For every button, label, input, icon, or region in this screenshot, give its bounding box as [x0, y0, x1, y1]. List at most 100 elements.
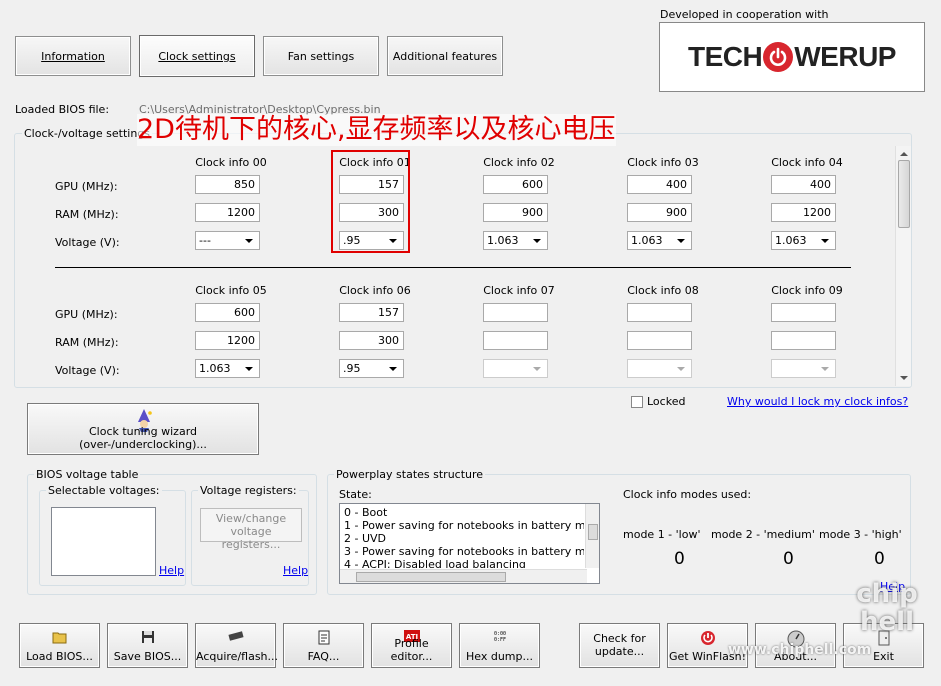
chevron-down-icon	[245, 239, 253, 243]
clock-info-03-gpu[interactable]: 400	[627, 175, 692, 194]
clock-info-06-voltage[interactable]: .95	[339, 359, 404, 378]
divider	[55, 267, 851, 268]
check-update-button[interactable]: Check for update...	[579, 623, 660, 668]
chip-icon	[227, 630, 245, 645]
clock-info-04-voltage[interactable]: 1.063	[771, 231, 836, 250]
clock-info-09-head: Clock info 09	[771, 284, 843, 297]
clock-info-05-voltage[interactable]: 1.063	[195, 359, 260, 378]
folder-icon	[52, 630, 68, 647]
powerplay-label: Powerplay states structure	[334, 468, 486, 481]
chevron-down-icon	[821, 367, 829, 371]
highlight-box	[331, 150, 410, 253]
annotation-text: 2D待机下的核心,显存频率以及核心电压	[137, 114, 616, 146]
load-bios-button[interactable]: Load BIOS...	[19, 623, 100, 668]
clock-info-07-gpu[interactable]	[483, 303, 548, 322]
clock-info-00-voltage[interactable]: ---	[195, 231, 260, 250]
clock-info-03-voltage[interactable]: 1.063	[627, 231, 692, 250]
states-hscroll[interactable]	[340, 569, 587, 583]
clock-info-07-voltage[interactable]	[483, 359, 548, 378]
clock-info-00-gpu[interactable]: 850	[195, 175, 260, 194]
faq-button[interactable]: FAQ...	[283, 623, 364, 668]
clock-info-modes-label: Clock info modes used:	[623, 488, 752, 501]
view-change-registers-button[interactable]: View/change voltage registers...	[200, 508, 302, 551]
mode-3-label: mode 3 - 'high'	[819, 528, 902, 541]
ram-label-top: RAM (MHz):	[55, 208, 119, 221]
scroll-down-icon[interactable]	[900, 376, 908, 380]
power-icon	[700, 630, 716, 649]
hex-dump-button[interactable]: 0:00 0:FF Hex dump...	[459, 623, 540, 668]
document-icon	[318, 630, 330, 648]
clock-voltage-group-label: Clock-/voltage settings	[22, 127, 153, 140]
clock-info-03-ram[interactable]: 900	[627, 203, 692, 222]
locked-label: Locked	[647, 395, 686, 408]
clock-info-07-ram[interactable]	[483, 331, 548, 350]
chevron-down-icon	[533, 239, 541, 243]
logo-part1: TECH	[688, 41, 763, 72]
voltage-label-bottom: Voltage (V):	[55, 364, 120, 377]
clock-info-05-gpu[interactable]: 600	[195, 303, 260, 322]
save-bios-button[interactable]: Save BIOS...	[107, 623, 188, 668]
mode-3-value: 0	[874, 549, 885, 569]
tab-fan-settings[interactable]: Fan settings	[263, 36, 379, 76]
clock-info-05-ram[interactable]: 1200	[195, 331, 260, 350]
clock-info-00-head: Clock info 00	[195, 156, 267, 169]
list-item[interactable]: 0 - Boot	[344, 506, 387, 519]
clock-info-03-head: Clock info 03	[627, 156, 699, 169]
chevron-down-icon	[677, 367, 685, 371]
chevron-down-icon	[389, 367, 397, 371]
clock-scrollbar[interactable]	[895, 146, 911, 386]
developed-text: Developed in cooperation with	[660, 8, 829, 21]
watermark-site: www.chiphell.com	[728, 642, 872, 658]
clock-info-00-ram[interactable]: 1200	[195, 203, 260, 222]
clock-info-02-voltage[interactable]: 1.063	[483, 231, 548, 250]
clock-info-06-gpu[interactable]: 157	[339, 303, 404, 322]
clock-info-09-voltage[interactable]	[771, 359, 836, 378]
selectable-voltages-help-link[interactable]: Help	[159, 564, 184, 577]
clock-info-06-ram[interactable]: 300	[339, 331, 404, 350]
scroll-thumb[interactable]	[588, 524, 598, 540]
clock-info-09-ram[interactable]	[771, 331, 836, 350]
scroll-thumb[interactable]	[898, 160, 910, 228]
clock-info-09-gpu[interactable]	[771, 303, 836, 322]
clock-info-06-head: Clock info 06	[339, 284, 411, 297]
mode-2-label: mode 2 - 'medium'	[711, 528, 815, 541]
clock-info-04-head: Clock info 04	[771, 156, 843, 169]
voltage-registers-help-link[interactable]: Help	[283, 564, 308, 577]
chevron-down-icon	[821, 239, 829, 243]
clock-info-08-gpu[interactable]	[627, 303, 692, 322]
list-item[interactable]: 4 - ACPI: Disabled load balancing	[344, 558, 526, 568]
states-list[interactable]: 0 - Boot 1 - Power saving for notebooks …	[339, 503, 600, 584]
list-item[interactable]: 1 - Power saving for notebooks in batter…	[344, 519, 584, 532]
bios-file-label: Loaded BIOS file:	[15, 103, 110, 116]
selectable-voltages-list[interactable]	[51, 507, 156, 576]
list-item[interactable]: 2 - UVD	[344, 532, 386, 545]
clock-info-08-ram[interactable]	[627, 331, 692, 350]
acquire-flash-button[interactable]: Acquire/flash...	[195, 623, 278, 668]
clock-info-04-gpu[interactable]: 400	[771, 175, 836, 194]
clock-info-05-head: Clock info 05	[195, 284, 267, 297]
clock-info-08-voltage[interactable]	[627, 359, 692, 378]
scroll-up-icon[interactable]	[900, 152, 908, 156]
scroll-thumb[interactable]	[356, 572, 506, 582]
bios-voltage-table-label: BIOS voltage table	[34, 468, 141, 481]
state-label: State:	[339, 488, 372, 501]
ram-label-bottom: RAM (MHz):	[55, 336, 119, 349]
profile-editor-button[interactable]: ATI Profile editor...	[371, 623, 452, 668]
clock-info-02-gpu[interactable]: 600	[483, 175, 548, 194]
techpowerup-logo[interactable]: TECH WERUP	[659, 22, 925, 92]
clock-info-04-ram[interactable]: 1200	[771, 203, 836, 222]
clock-info-08-head: Clock info 08	[627, 284, 699, 297]
clock-info-02-head: Clock info 02	[483, 156, 555, 169]
states-vscroll[interactable]	[585, 504, 599, 568]
hex-icon: 0:00 0:FF	[491, 630, 509, 645]
clock-info-02-ram[interactable]: 900	[483, 203, 548, 222]
locked-checkbox[interactable]	[631, 396, 643, 408]
power-icon	[763, 42, 794, 72]
list-item[interactable]: 3 - Power saving for notebooks in batter…	[344, 545, 584, 558]
tab-clock-settings[interactable]: Clock settings	[139, 35, 255, 77]
tab-additional-features[interactable]: Additional features	[387, 36, 503, 76]
clock-tuning-wizard-button[interactable]: Clock tuning wizard (over-/underclocking…	[27, 403, 259, 455]
tab-information[interactable]: Information	[15, 36, 131, 76]
why-lock-link[interactable]: Why would I lock my clock infos?	[727, 395, 908, 408]
svg-text:0:FF: 0:FF	[493, 637, 505, 642]
